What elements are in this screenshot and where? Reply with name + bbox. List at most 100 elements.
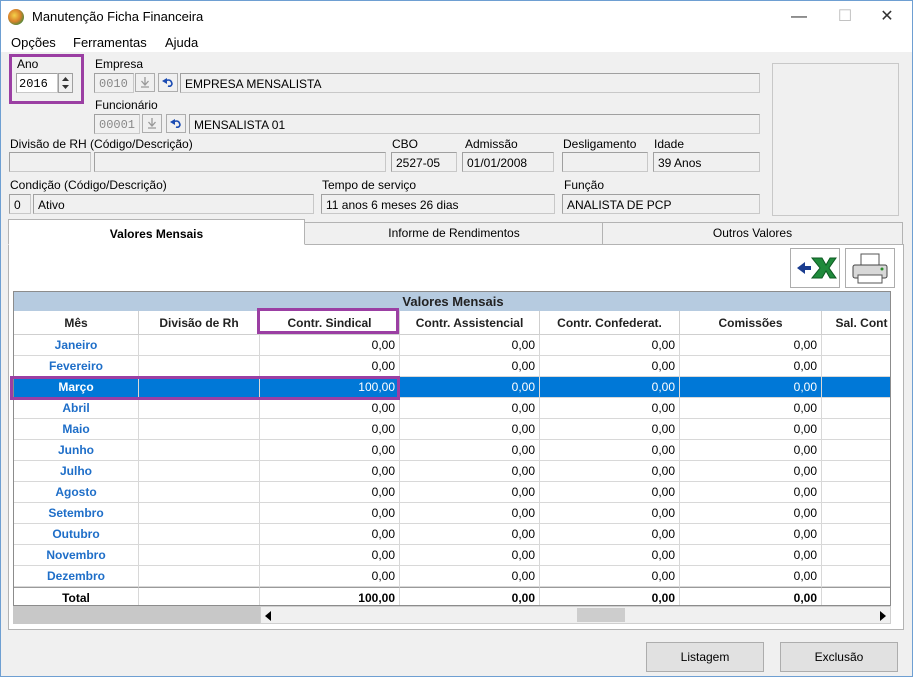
cell-value[interactable]: 0,00	[540, 461, 680, 482]
cell-mes[interactable]: Dezembro	[14, 566, 139, 587]
cell-mes[interactable]: Outubro	[14, 524, 139, 545]
cell-mes[interactable]: Setembro	[14, 503, 139, 524]
cell-value[interactable]: 0,00	[540, 377, 680, 398]
export-excel-button[interactable]	[790, 248, 840, 288]
cell-value[interactable]: 0,00	[260, 524, 400, 545]
cell-value[interactable]: 0,00	[400, 398, 540, 419]
maximize-button[interactable]: ☐	[822, 1, 868, 32]
cell-value[interactable]: 0,00	[400, 545, 540, 566]
tab-informe-rendimentos[interactable]: Informe de Rendimentos	[304, 222, 604, 244]
table-row[interactable]: Dezembro 0,00 0,00 0,00 0,00	[14, 566, 890, 587]
cell-divisao[interactable]	[139, 461, 260, 482]
cell-value[interactable]: 0,00	[540, 524, 680, 545]
menu-ferramentas[interactable]: Ferramentas	[73, 35, 147, 50]
cell-sal-cont[interactable]	[822, 461, 890, 482]
cell-divisao[interactable]	[139, 566, 260, 587]
cell-value[interactable]: 0,00	[400, 335, 540, 356]
cell-value[interactable]: 0,00	[680, 461, 822, 482]
cell-value[interactable]: 0,00	[260, 335, 400, 356]
cell-value[interactable]: 0,00	[540, 419, 680, 440]
cell-value[interactable]: 0,00	[260, 356, 400, 377]
col-header-comissoes[interactable]: Comissões	[680, 311, 822, 335]
cell-value[interactable]: 0,00	[680, 482, 822, 503]
cell-value[interactable]: 0,00	[680, 566, 822, 587]
cell-value[interactable]: 0,00	[680, 377, 822, 398]
cell-value[interactable]: 0,00	[680, 503, 822, 524]
cell-value[interactable]: 0,00	[400, 377, 540, 398]
scroll-right-icon[interactable]	[878, 610, 888, 622]
close-button[interactable]: ✕	[864, 1, 910, 32]
cell-value[interactable]: 0,00	[540, 335, 680, 356]
cell-sal-cont[interactable]	[822, 419, 890, 440]
col-header-contr-confederat[interactable]: Contr. Confederat.	[540, 311, 680, 335]
funcionario-code-input[interactable]: 00001	[94, 114, 140, 134]
exclusao-button[interactable]: Exclusão	[780, 642, 898, 672]
cell-divisao[interactable]	[139, 356, 260, 377]
cell-value[interactable]: 0,00	[540, 440, 680, 461]
cell-value[interactable]: 0,00	[400, 440, 540, 461]
cell-value[interactable]: 0,00	[680, 524, 822, 545]
empresa-code-input[interactable]: 0010	[94, 73, 134, 93]
col-header-contr-assistencial[interactable]: Contr. Assistencial	[400, 311, 540, 335]
scroll-thumb[interactable]	[577, 608, 625, 622]
cell-value[interactable]: 0,00	[540, 566, 680, 587]
table-row[interactable]: Junho 0,00 0,00 0,00 0,00	[14, 440, 890, 461]
col-header-divisao[interactable]: Divisão de Rh	[139, 311, 260, 335]
cell-value[interactable]: 0,00	[260, 482, 400, 503]
cell-value[interactable]: 0,00	[680, 440, 822, 461]
cell-value[interactable]: 0,00	[680, 398, 822, 419]
cell-divisao[interactable]	[139, 419, 260, 440]
cell-divisao[interactable]	[139, 398, 260, 419]
cell-sal-cont[interactable]	[822, 398, 890, 419]
cell-value[interactable]: 0,00	[400, 461, 540, 482]
minimize-button[interactable]: —	[776, 1, 822, 32]
table-row[interactable]: Setembro 0,00 0,00 0,00 0,00	[14, 503, 890, 524]
cell-mes[interactable]: Junho	[14, 440, 139, 461]
empresa-lookup-button[interactable]	[135, 73, 155, 92]
table-row[interactable]: Abril 0,00 0,00 0,00 0,00	[14, 398, 890, 419]
cell-sal-cont[interactable]	[822, 482, 890, 503]
cell-value[interactable]: 0,00	[680, 419, 822, 440]
cell-divisao[interactable]	[139, 503, 260, 524]
cell-value[interactable]: 0,00	[260, 503, 400, 524]
cell-value[interactable]: 0,00	[680, 545, 822, 566]
cell-divisao[interactable]	[139, 545, 260, 566]
cell-mes[interactable]: Novembro	[14, 545, 139, 566]
cell-mes[interactable]: Fevereiro	[14, 356, 139, 377]
cell-sal-cont[interactable]	[822, 335, 890, 356]
table-row[interactable]: Outubro 0,00 0,00 0,00 0,00	[14, 524, 890, 545]
cell-value[interactable]: 0,00	[540, 398, 680, 419]
cell-sal-cont[interactable]	[822, 440, 890, 461]
table-row[interactable]: Novembro 0,00 0,00 0,00 0,00	[14, 545, 890, 566]
cell-value[interactable]: 0,00	[400, 419, 540, 440]
cell-sal-cont[interactable]	[822, 356, 890, 377]
cell-value[interactable]: 0,00	[400, 482, 540, 503]
menu-opcoes[interactable]: Opções	[11, 35, 56, 50]
funcionario-lookup-button[interactable]	[142, 114, 162, 133]
tab-outros-valores[interactable]: Outros Valores	[602, 222, 903, 244]
cell-sal-cont[interactable]	[822, 503, 890, 524]
table-row[interactable]: Janeiro 0,00 0,00 0,00 0,00	[14, 335, 890, 356]
cell-mes[interactable]: Abril	[14, 398, 139, 419]
scroll-left-icon[interactable]	[263, 610, 273, 622]
cell-sal-cont[interactable]	[822, 377, 890, 398]
cell-mes[interactable]: Janeiro	[14, 335, 139, 356]
print-button[interactable]	[845, 248, 895, 288]
col-header-mes[interactable]: Mês	[14, 311, 139, 335]
cell-value[interactable]: 0,00	[540, 356, 680, 377]
cell-value[interactable]: 0,00	[400, 524, 540, 545]
cell-value[interactable]: 0,00	[260, 461, 400, 482]
cell-sal-cont[interactable]	[822, 545, 890, 566]
cell-value[interactable]: 0,00	[680, 335, 822, 356]
cell-mes[interactable]: Julho	[14, 461, 139, 482]
funcionario-undo-button[interactable]	[166, 114, 186, 133]
cell-divisao[interactable]	[139, 524, 260, 545]
horizontal-scrollbar[interactable]	[260, 606, 891, 624]
cell-value[interactable]: 0,00	[260, 398, 400, 419]
empresa-undo-button[interactable]	[158, 73, 178, 92]
cell-value[interactable]: 0,00	[260, 566, 400, 587]
cell-value[interactable]: 0,00	[540, 503, 680, 524]
cell-mes[interactable]: Agosto	[14, 482, 139, 503]
table-row[interactable]: Fevereiro 0,00 0,00 0,00 0,00	[14, 356, 890, 377]
cell-value[interactable]: 0,00	[680, 356, 822, 377]
